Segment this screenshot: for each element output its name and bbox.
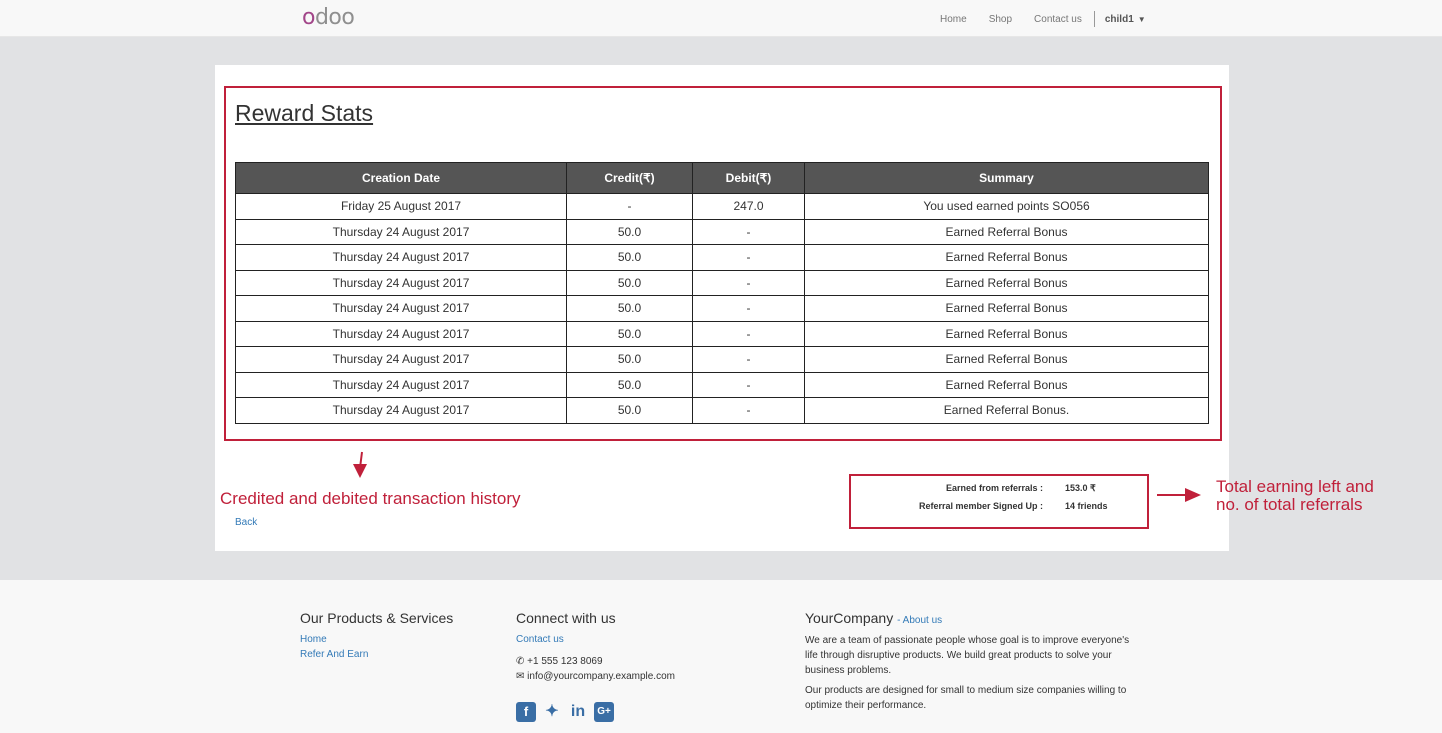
annotation-total-earning: Total earning left and no. of total refe…	[1216, 478, 1374, 514]
footer-home-link[interactable]: Home	[300, 634, 327, 645]
footer-contact-link[interactable]: Contact us	[516, 634, 564, 645]
logo-letter: o	[302, 5, 315, 30]
cell-debit: -	[692, 397, 805, 424]
cell-creation-date: Thursday 24 August 2017	[235, 269, 567, 296]
phone-icon: ✆	[516, 656, 525, 667]
top-navbar: odoo Home Shop Contact us child1 ▼	[0, 0, 1442, 37]
cell-debit: -	[692, 244, 805, 271]
col-header-credit: Credit(₹)	[566, 162, 693, 194]
linkedin-icon[interactable]: in	[568, 702, 588, 722]
footer-company-heading: YourCompany - About us	[805, 610, 942, 626]
nav-home-link[interactable]: Home	[940, 14, 967, 25]
nav-divider	[1093, 11, 1095, 27]
cell-creation-date: Friday 25 August 2017	[235, 193, 567, 220]
google-plus-icon[interactable]: G+	[594, 702, 614, 722]
cell-debit: -	[692, 320, 805, 347]
annotation-arrow-down	[353, 451, 367, 478]
earned-referrals-label: Earned from referrals :	[945, 483, 1043, 493]
footer-email: ✉ info@yourcompany.example.com	[516, 669, 675, 684]
logo-text: doo	[314, 5, 355, 30]
footer	[0, 580, 1442, 733]
email-address: info@yourcompany.example.com	[527, 671, 675, 682]
cell-summary: Earned Referral Bonus	[804, 346, 1209, 373]
table-row: Thursday 24 August 2017 50.0- Earned Refer…	[235, 295, 1209, 322]
footer-refer-link[interactable]: Refer And Earn	[300, 649, 368, 660]
reward-stats-table: Creation Date Credit(₹) Debit(₹) Summary…	[235, 162, 1209, 424]
cell-creation-date: Thursday 24 August 2017	[235, 218, 567, 245]
cell-credit: 50.0	[566, 371, 693, 398]
earned-referrals-value: 153.0 ₹	[1065, 483, 1096, 493]
about-us-link[interactable]: - About us	[897, 615, 942, 626]
phone-number: +1 555 123 8069	[527, 656, 603, 667]
signed-up-value: 14 friends	[1065, 501, 1108, 511]
table-body: Friday 25 August 2017-247.0 You used earn…	[235, 193, 1209, 424]
table-row: Thursday 24 August 2017 50.0- Earned Refer…	[235, 244, 1209, 271]
envelope-icon: ✉	[516, 671, 525, 682]
facebook-icon[interactable]: f	[516, 702, 536, 722]
company-name: YourCompany	[805, 610, 894, 626]
cell-creation-date: Thursday 24 August 2017	[235, 346, 567, 373]
signed-up-label: Referral member Signed Up :	[918, 501, 1043, 511]
table-row: Thursday 24 August 2017 50.0- Earned Refer…	[235, 320, 1209, 347]
cell-creation-date: Thursday 24 August 2017	[235, 320, 567, 347]
footer-company-text-1: We are a team of passionate people whose…	[805, 635, 1130, 676]
col-header-creation-date: Creation Date	[235, 162, 567, 194]
back-link[interactable]: Back	[235, 517, 257, 528]
cell-credit: 50.0	[566, 218, 693, 245]
footer-connect-heading: Connect with us	[516, 610, 616, 626]
cell-creation-date: Thursday 24 August 2017	[235, 295, 567, 322]
annotation-arrow-right	[1157, 488, 1201, 502]
footer-phone: ✆ +1 555 123 8069	[516, 654, 603, 669]
table-row: Thursday 24 August 2017 50.0- Earned Refer…	[235, 397, 1209, 424]
cell-credit: 50.0	[566, 346, 693, 373]
cell-debit: -	[692, 295, 805, 322]
cell-summary: Earned Referral Bonus	[804, 371, 1209, 398]
page-title: Reward Stats	[235, 100, 374, 126]
nav-contact-link[interactable]: Contact us	[1034, 14, 1082, 25]
cell-debit: -	[692, 371, 805, 398]
nav-links: Home Shop Contact us child1 ▼	[940, 11, 1168, 27]
nav-shop-link[interactable]: Shop	[989, 14, 1012, 25]
user-menu[interactable]: child1 ▼	[1105, 14, 1168, 25]
table-row: Thursday 24 August 2017 50.0- Earned Refer…	[235, 269, 1209, 296]
annotation-line-2: no. of total referrals	[1216, 495, 1363, 514]
cell-credit: 50.0	[566, 397, 693, 424]
cell-credit: 50.0	[566, 295, 693, 322]
cell-summary: Earned Referral Bonus.	[804, 397, 1209, 424]
annotation-transaction-history: Credited and debited transaction history	[220, 489, 521, 508]
cell-summary: You used earned points SO056	[804, 193, 1209, 220]
cell-creation-date: Thursday 24 August 2017	[235, 371, 567, 398]
cell-credit: 50.0	[566, 244, 693, 271]
table-row: Thursday 24 August 2017 50.0- Earned Refer…	[235, 346, 1209, 373]
cell-debit: -	[692, 269, 805, 296]
table-row: Thursday 24 August 2017 50.0- Earned Refer…	[235, 218, 1209, 245]
odoo-logo[interactable]: odoo	[302, 5, 355, 30]
cell-debit: -	[692, 218, 805, 245]
cell-summary: Earned Referral Bonus	[804, 244, 1209, 271]
cell-credit: -	[566, 193, 693, 220]
footer-company-text-2: Our products are designed for small to m…	[805, 685, 1127, 711]
cell-summary: Earned Referral Bonus	[804, 218, 1209, 245]
table-header-row: Creation Date Credit(₹) Debit(₹) Summary	[235, 162, 1209, 194]
cell-debit: -	[692, 346, 805, 373]
annotation-line-1: Total earning left and	[1216, 477, 1374, 496]
cell-summary: Earned Referral Bonus	[804, 295, 1209, 322]
table-row: Thursday 24 August 2017 50.0- Earned Refer…	[235, 371, 1209, 398]
cell-credit: 50.0	[566, 320, 693, 347]
cell-summary: Earned Referral Bonus	[804, 269, 1209, 296]
col-header-debit: Debit(₹)	[692, 162, 805, 194]
chevron-down-icon: ▼	[1137, 14, 1146, 24]
col-header-summary: Summary	[804, 162, 1209, 194]
footer-products-heading: Our Products & Services	[300, 610, 454, 626]
twitter-icon[interactable]: ✦	[542, 702, 562, 722]
cell-credit: 50.0	[566, 269, 693, 296]
cell-debit: 247.0	[692, 193, 805, 220]
social-icons: f ✦ in G+	[516, 702, 614, 722]
cell-summary: Earned Referral Bonus	[804, 320, 1209, 347]
cell-creation-date: Thursday 24 August 2017	[235, 244, 567, 271]
user-name: child1	[1104, 13, 1134, 25]
table-row: Friday 25 August 2017-247.0 You used earn…	[235, 193, 1209, 220]
cell-creation-date: Thursday 24 August 2017	[235, 397, 567, 424]
